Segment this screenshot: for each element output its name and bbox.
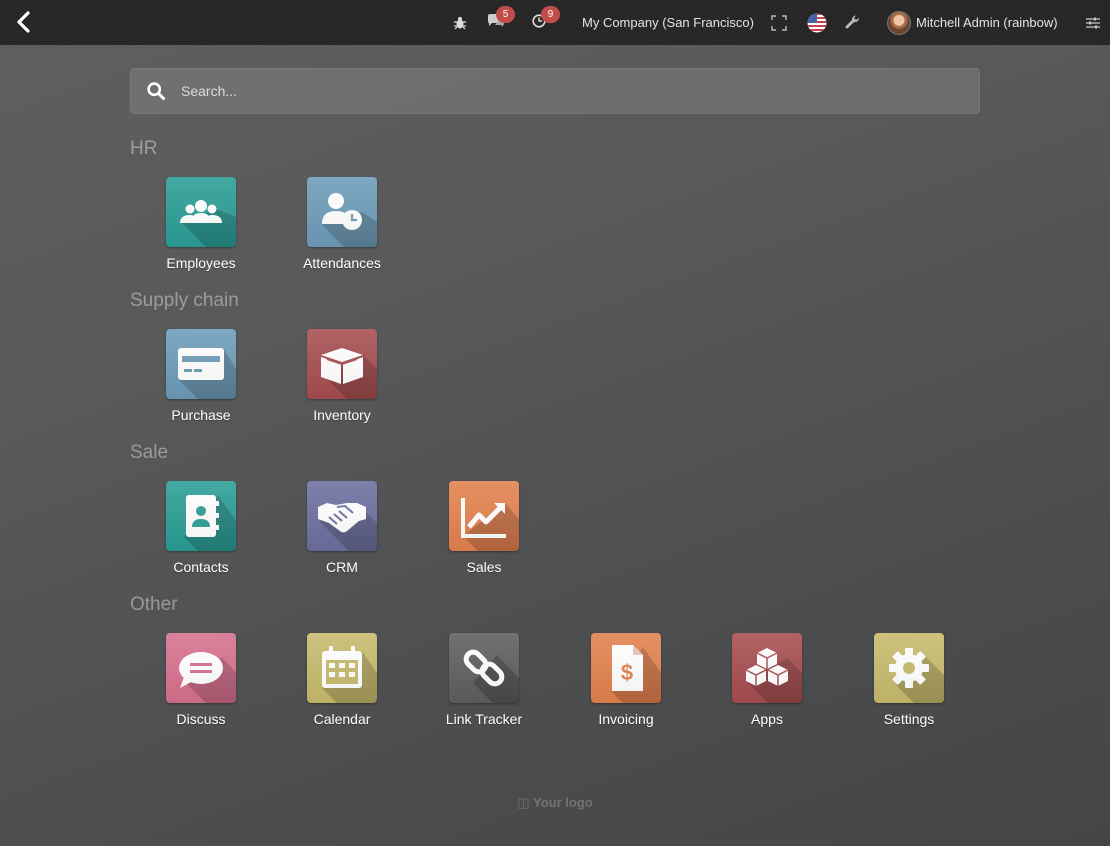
app-label: Contacts	[173, 559, 229, 575]
activities-count-badge: 9	[541, 6, 560, 23]
app-label: Calendar	[313, 711, 371, 727]
app-apps[interactable]: Apps	[712, 633, 822, 733]
activities-button[interactable]: 9	[532, 0, 560, 45]
debug-bug-icon[interactable]	[453, 0, 467, 45]
company-logo-placeholder: ◫ Your logo	[0, 795, 1110, 811]
app-label: Sales	[466, 559, 502, 575]
fullscreen-icon[interactable]	[771, 0, 787, 45]
app-label: Attendances	[303, 255, 381, 271]
app-label: Link Tracker	[445, 711, 523, 727]
user-avatar	[887, 10, 911, 35]
svg-text:$: $	[621, 660, 633, 685]
app-label: Invoicing	[598, 711, 654, 727]
employees-icon	[166, 177, 236, 247]
settings-icon	[874, 633, 944, 703]
us-flag-icon[interactable]	[807, 0, 827, 45]
section-title-supply-chain: Supply chain	[130, 290, 239, 311]
back-arrow-icon[interactable]	[14, 11, 34, 33]
camera-icon: ◫	[517, 795, 530, 810]
purchase-icon	[166, 329, 236, 399]
app-label: Settings	[883, 711, 935, 727]
app-label: CRM	[326, 559, 358, 575]
section-title-hr: HR	[130, 138, 158, 159]
discuss-icon	[166, 633, 236, 703]
app-employees[interactable]: Employees	[146, 177, 256, 277]
wrench-icon[interactable]	[845, 0, 861, 45]
app-label: Employees	[166, 255, 236, 271]
attendances-icon	[307, 177, 377, 247]
app-label: Apps	[751, 711, 783, 727]
app-link-tracker[interactable]: Link Tracker	[429, 633, 539, 733]
logo-text: Your logo	[532, 795, 593, 810]
messages-count-badge: 5	[496, 6, 515, 23]
link-tracker-icon	[449, 633, 519, 703]
top-navbar: 5 9 My Company (San Francisco) Mitchell …	[0, 0, 1110, 45]
crm-icon	[307, 481, 377, 551]
app-inventory[interactable]: Inventory	[287, 329, 397, 429]
user-name: Mitchell Admin (rainbow)	[916, 15, 1058, 30]
app-crm[interactable]: CRM	[287, 481, 397, 581]
app-settings[interactable]: Settings	[854, 633, 964, 733]
calendar-icon	[307, 633, 377, 703]
section-title-sale: Sale	[130, 442, 169, 463]
app-purchase[interactable]: Purchase	[146, 329, 256, 429]
section-title-other: Other	[130, 594, 178, 615]
app-attendances[interactable]: Attendances	[287, 177, 397, 277]
app-discuss[interactable]: Discuss	[146, 633, 256, 733]
sales-icon	[449, 481, 519, 551]
contacts-icon	[166, 481, 236, 551]
app-invoicing[interactable]: $ Invoicing	[571, 633, 681, 733]
company-switcher[interactable]: My Company (San Francisco)	[582, 0, 754, 45]
messages-button[interactable]: 5	[487, 0, 515, 45]
user-menu[interactable]: Mitchell Admin (rainbow)	[887, 0, 1058, 45]
inventory-icon	[307, 329, 377, 399]
apps-icon	[732, 633, 802, 703]
search-icon	[147, 82, 165, 100]
sliders-icon[interactable]	[1086, 0, 1100, 45]
search-input[interactable]	[181, 83, 941, 99]
app-calendar[interactable]: Calendar	[287, 633, 397, 733]
app-label: Discuss	[176, 711, 226, 727]
app-contacts[interactable]: Contacts	[146, 481, 256, 581]
app-label: Inventory	[313, 407, 371, 423]
search-bar[interactable]	[130, 68, 980, 114]
app-sales[interactable]: Sales	[429, 481, 539, 581]
invoicing-icon: $	[591, 633, 661, 703]
app-label: Purchase	[171, 407, 231, 423]
